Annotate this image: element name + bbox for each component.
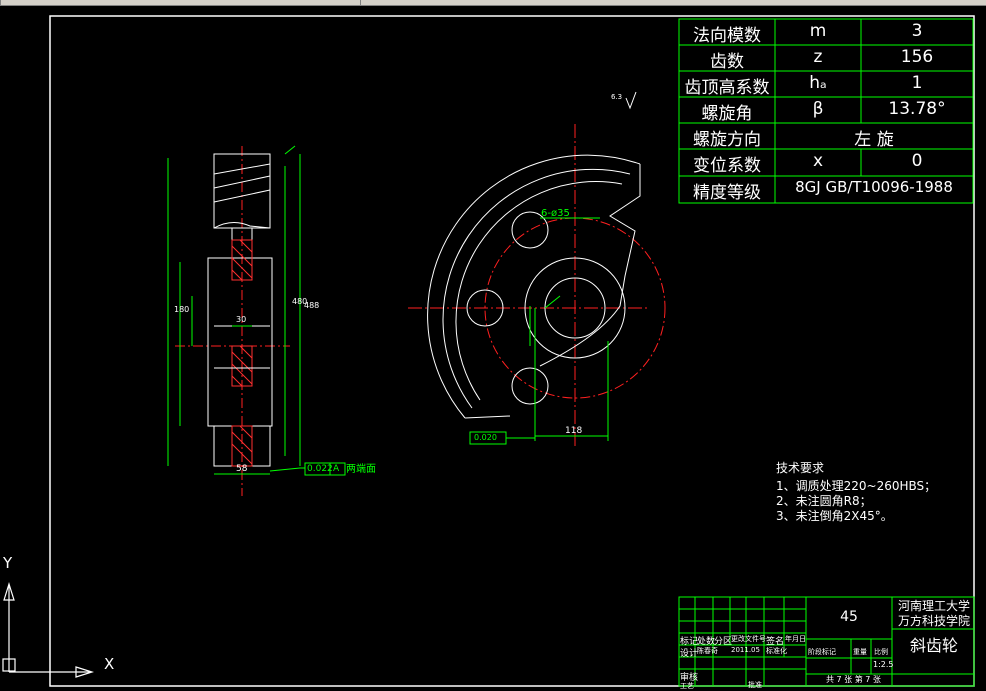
dim-tolerance: 0.020 bbox=[474, 433, 497, 442]
tech-requirements-title: 技术要求 bbox=[776, 461, 825, 475]
dim-118: 118 bbox=[565, 426, 583, 436]
param-value: 0 bbox=[911, 151, 923, 171]
tb-stage: 阶段标记 bbox=[808, 648, 836, 656]
param-value: 3 bbox=[911, 21, 923, 41]
dim-width: 58 bbox=[236, 464, 248, 474]
param-symbol: x bbox=[812, 151, 824, 171]
param-name: 精度等级 bbox=[693, 183, 761, 203]
param-value: 1 bbox=[911, 73, 923, 93]
param-name: 螺旋方向 bbox=[693, 130, 761, 150]
param-name: 齿顶高系数 bbox=[684, 78, 770, 98]
param-symbol: z bbox=[813, 47, 823, 67]
dim-hub-dia: 180 bbox=[174, 305, 190, 314]
part-name: 斜齿轮 bbox=[909, 636, 958, 655]
datum-label: A bbox=[333, 464, 340, 474]
material-value: 45 bbox=[840, 609, 858, 625]
param-symbol: hₐ bbox=[809, 73, 827, 93]
param-merged-value: 左 旋 bbox=[854, 130, 894, 150]
tech-requirement-item: 1、调质处理220~260HBS； bbox=[776, 479, 937, 493]
tech-requirement-item: 3、未注倒角2X45°。 bbox=[776, 509, 893, 523]
drawing-canvas[interactable]: 法向模数 m 3 齿数 z 156 齿顶高系数 hₐ 1 螺旋角 β 13.78… bbox=[0, 6, 986, 690]
param-name: 变位系数 bbox=[693, 156, 761, 176]
sheet-count: 共 7 张 第 7 张 bbox=[826, 675, 881, 684]
param-symbol: m bbox=[809, 21, 827, 41]
toolbar-segment[interactable] bbox=[360, 0, 961, 5]
tb-label: 年月日 bbox=[785, 635, 806, 643]
tb-design: 设计 bbox=[680, 649, 699, 659]
param-name: 法向模数 bbox=[693, 26, 761, 46]
school-line2: 万方科技学院 bbox=[897, 614, 970, 628]
tb-standardize: 标准化 bbox=[766, 647, 787, 655]
front-view bbox=[408, 91, 666, 448]
tb-scale-label: 比例 bbox=[874, 648, 888, 656]
runout-tolerance: 0.022 bbox=[307, 464, 333, 474]
tb-designer: 陈春奇 bbox=[697, 647, 718, 655]
roughness-label: 6.3 bbox=[611, 93, 623, 101]
param-name: 齿数 bbox=[710, 52, 744, 72]
toolbar-segment[interactable] bbox=[0, 0, 361, 5]
tb-date: 2011.05 bbox=[731, 646, 760, 654]
tb-label: 更改文件号 bbox=[731, 635, 766, 643]
ucs-y-label: Y bbox=[3, 554, 13, 572]
dim-hub: 30 bbox=[236, 315, 247, 324]
param-value: 156 bbox=[900, 47, 934, 67]
tb-weight: 重量 bbox=[853, 648, 867, 656]
ucs-x-label: X bbox=[104, 655, 115, 673]
param-symbol: β bbox=[812, 99, 824, 119]
dim-488: 488 bbox=[304, 301, 320, 310]
holes-label: 6-ø35 bbox=[541, 208, 570, 219]
both-faces-label: 两端面 bbox=[346, 464, 376, 475]
side-view bbox=[167, 145, 346, 496]
scale-value: 1:2.5 bbox=[873, 660, 894, 669]
school-line1: 河南理工大学 bbox=[897, 599, 970, 613]
param-name: 螺旋角 bbox=[701, 104, 753, 124]
param-value: 13.78° bbox=[888, 99, 946, 119]
ucs-icon bbox=[2, 581, 95, 678]
param-merged-value: 8GJ GB/T10096-1988 bbox=[795, 178, 953, 196]
tb-process: 工艺 bbox=[680, 682, 694, 690]
tech-requirement-item: 2、未注圆角R8； bbox=[776, 494, 872, 508]
